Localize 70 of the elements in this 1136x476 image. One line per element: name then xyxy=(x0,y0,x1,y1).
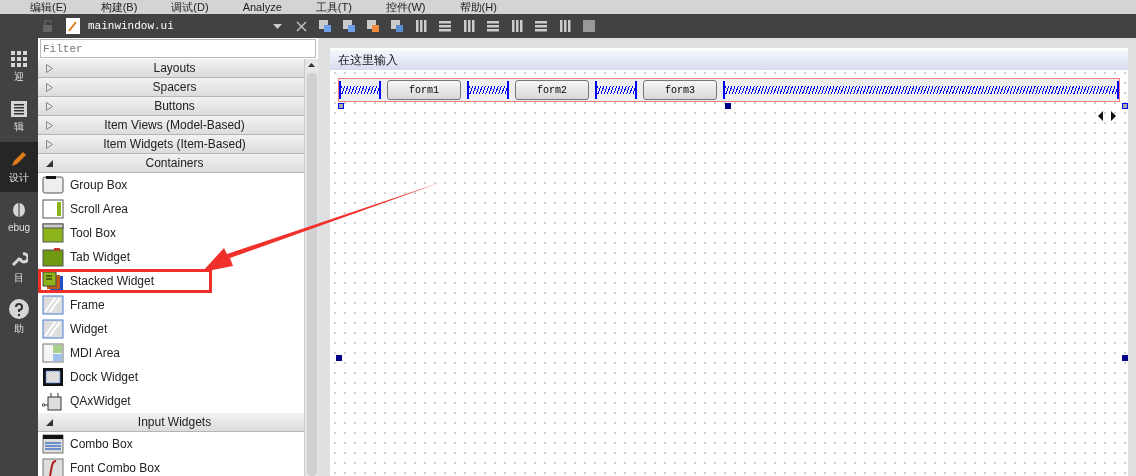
menu-placeholder[interactable]: 在这里输入 xyxy=(338,51,398,69)
menu-item[interactable]: 控件(W) xyxy=(385,1,426,14)
group-box-icon xyxy=(42,175,64,195)
push-button[interactable]: form3 xyxy=(643,80,717,100)
tool-box-icon xyxy=(42,223,64,243)
horizontal-spacer xyxy=(467,81,509,99)
scroll-up-icon[interactable] xyxy=(308,63,315,67)
widget-item[interactable]: Combo Box xyxy=(38,432,304,456)
grid-icon xyxy=(11,50,27,67)
selection-handle xyxy=(1122,355,1128,361)
category-header[interactable]: Item Widgets (Item-Based) xyxy=(38,135,304,154)
frame-icon xyxy=(42,295,64,315)
selection-handle xyxy=(1122,103,1128,109)
widget-item[interactable]: Stacked Widget xyxy=(38,269,212,293)
widget-item[interactable]: QAxWidget xyxy=(38,389,304,413)
expanded-triangle-icon xyxy=(46,159,53,167)
mdi-area-icon xyxy=(42,343,64,363)
selection-handle xyxy=(725,103,731,109)
menu-item[interactable]: 构建(B) xyxy=(100,1,138,14)
mode-button[interactable]: 设计 xyxy=(0,142,38,192)
combo-box-icon xyxy=(42,434,64,454)
category-header[interactable]: Buttons xyxy=(38,97,304,116)
menu-item[interactable]: 工具(T) xyxy=(315,1,352,14)
widget-item[interactable]: Dock Widget xyxy=(38,365,304,389)
font-icon xyxy=(42,458,64,476)
horizontal-spacer xyxy=(339,81,381,99)
widget-item[interactable]: Tab Widget xyxy=(38,245,304,269)
scrollbar[interactable] xyxy=(304,59,318,476)
stacked-widget-icon xyxy=(42,271,64,291)
widget-item[interactable]: MDI Area xyxy=(38,341,304,365)
mode-button[interactable]: 助 xyxy=(0,292,38,342)
category-header[interactable]: Layouts xyxy=(38,59,304,78)
wrench-icon xyxy=(10,249,28,268)
horizontal-spacer xyxy=(595,81,637,99)
expanded-triangle-icon xyxy=(46,418,53,426)
pencil-icon xyxy=(10,149,28,168)
selection-handle xyxy=(338,103,344,109)
category-header[interactable]: Containers xyxy=(38,154,304,173)
document-icon xyxy=(11,100,27,117)
page-arrows-icon[interactable] xyxy=(1098,111,1116,121)
push-button[interactable]: form2 xyxy=(515,80,589,100)
widget-item[interactable]: Group Box xyxy=(38,173,304,197)
menu-item[interactable]: Analyze xyxy=(242,1,282,14)
plug-widget-icon xyxy=(42,391,64,411)
widget-item[interactable]: Tool Box xyxy=(38,221,304,245)
lock-icon xyxy=(42,20,54,32)
scroll-area-icon xyxy=(42,199,64,219)
selection-handle xyxy=(336,355,342,361)
category-header[interactable]: Item Views (Model-Based) xyxy=(38,116,304,135)
widget-item[interactable]: Font Combo Box xyxy=(38,456,304,476)
mode-button[interactable]: ebug xyxy=(0,192,38,242)
push-button[interactable]: form1 xyxy=(387,80,461,100)
menu-item[interactable]: 编辑(E) xyxy=(30,1,67,14)
help-icon xyxy=(9,298,29,319)
filter-field[interactable]: Filter xyxy=(40,39,316,58)
widget-item[interactable]: Widget xyxy=(38,317,304,341)
frame-icon xyxy=(42,319,64,339)
tab-widget-icon xyxy=(42,247,64,267)
widget-item[interactable]: Scroll Area xyxy=(38,197,304,221)
menu-item[interactable]: 调试(D) xyxy=(171,1,209,14)
dock-widget-icon xyxy=(42,367,64,387)
category-header[interactable]: Spacers xyxy=(38,78,304,97)
category-header[interactable]: Input Widgets xyxy=(38,413,304,432)
menu-item[interactable]: 帮助(H) xyxy=(459,1,497,14)
widget-item[interactable]: Frame xyxy=(38,293,304,317)
mode-button[interactable]: 目 xyxy=(0,242,38,292)
file-name: mainwindow.ui xyxy=(88,18,175,34)
mode-button[interactable]: 辑 xyxy=(0,92,38,142)
mode-button[interactable]: 迎 xyxy=(0,42,38,92)
file-icon xyxy=(66,18,80,34)
